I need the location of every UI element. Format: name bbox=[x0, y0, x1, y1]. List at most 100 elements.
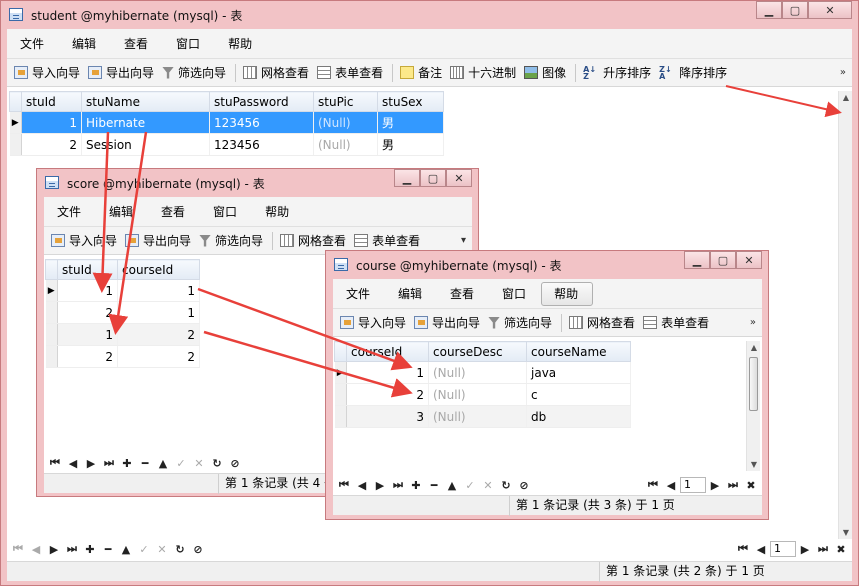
stop-icon[interactable]: ⊘ bbox=[226, 457, 244, 470]
export-wizard-button[interactable]: 导出向导 bbox=[122, 230, 196, 252]
page-settings-icon[interactable]: ✖ bbox=[742, 479, 760, 492]
table-cell[interactable]: Hibernate bbox=[81, 111, 210, 134]
table-cell[interactable]: 123456 bbox=[209, 133, 314, 156]
minimize-button[interactable]: ▁ bbox=[394, 169, 420, 187]
last-page-icon[interactable]: ⏭ bbox=[724, 478, 742, 492]
table-cell[interactable]: 1 bbox=[57, 279, 118, 302]
menu-view[interactable]: 查看 bbox=[437, 282, 489, 306]
page-number-input[interactable]: 1 bbox=[770, 541, 796, 557]
toolbar-overflow-icon[interactable]: ▾ bbox=[461, 235, 472, 246]
table-row[interactable]: 2 Session 123456 (Null) 男 bbox=[9, 133, 444, 156]
table-row[interactable]: 1 2 bbox=[45, 323, 200, 346]
maximize-button[interactable]: ▢ bbox=[782, 1, 808, 19]
table-row[interactable]: 2 2 bbox=[45, 345, 200, 368]
prior-page-icon[interactable]: ◀ bbox=[662, 479, 680, 492]
table-cell[interactable]: (Null) bbox=[428, 383, 527, 406]
table-cell[interactable]: 男 bbox=[377, 133, 444, 156]
sort-ascending-button[interactable]: A↓ Z 升序排序 bbox=[580, 62, 656, 84]
add-record-icon[interactable]: ✚ bbox=[118, 457, 136, 470]
first-record-icon[interactable]: ⏮ bbox=[9, 542, 27, 556]
export-wizard-button[interactable]: 导出向导 bbox=[85, 62, 159, 84]
cancel-icon[interactable]: ✕ bbox=[479, 479, 497, 492]
form-view-button[interactable]: 表单查看 bbox=[640, 312, 714, 334]
last-page-icon[interactable]: ⏭ bbox=[814, 542, 832, 556]
table-cell[interactable]: 2 bbox=[57, 301, 118, 324]
table-cell[interactable]: java bbox=[526, 361, 631, 384]
course-vertical-scrollbar[interactable]: ▲ ▼ bbox=[746, 341, 760, 471]
add-record-icon[interactable]: ✚ bbox=[81, 543, 99, 556]
scroll-down-icon[interactable]: ▼ bbox=[839, 528, 853, 537]
table-cell[interactable]: 3 bbox=[346, 405, 429, 428]
apply-icon[interactable]: ✓ bbox=[172, 457, 190, 470]
minimize-button[interactable]: ▁ bbox=[756, 1, 782, 19]
menu-view[interactable]: 查看 bbox=[148, 200, 200, 224]
menu-window[interactable]: 窗口 bbox=[163, 32, 215, 56]
close-button[interactable]: ✕ bbox=[446, 169, 472, 187]
form-view-button[interactable]: 表单查看 bbox=[314, 62, 388, 84]
menu-help[interactable]: 帮助 bbox=[541, 281, 594, 306]
menu-help[interactable]: 帮助 bbox=[252, 200, 304, 224]
up-icon[interactable]: ▲ bbox=[443, 479, 461, 492]
menu-window[interactable]: 窗口 bbox=[489, 282, 541, 306]
form-view-button[interactable]: 表单查看 bbox=[351, 230, 425, 252]
last-record-icon[interactable]: ⏭ bbox=[100, 456, 118, 470]
table-cell[interactable]: db bbox=[526, 405, 631, 428]
menu-view[interactable]: 查看 bbox=[111, 32, 163, 56]
column-header[interactable]: stuPic bbox=[313, 91, 378, 112]
first-page-icon[interactable]: ⏮ bbox=[734, 542, 752, 556]
minimize-button[interactable]: ▁ bbox=[684, 251, 710, 269]
last-record-icon[interactable]: ⏭ bbox=[63, 542, 81, 556]
table-row[interactable]: 2 1 bbox=[45, 301, 200, 324]
scroll-up-icon[interactable]: ▲ bbox=[839, 93, 853, 102]
table-cell[interactable]: 1 bbox=[117, 279, 200, 302]
student-titlebar[interactable]: student @myhibernate (mysql) - 表 ▁ ▢ ✕ bbox=[1, 1, 858, 29]
table-row[interactable]: ▶ 1 1 bbox=[45, 279, 200, 302]
sort-descending-button[interactable]: Z↓ A 降序排序 bbox=[656, 62, 732, 84]
menu-help[interactable]: 帮助 bbox=[215, 32, 267, 56]
image-button[interactable]: 图像 bbox=[521, 62, 571, 84]
table-cell[interactable]: 1 bbox=[57, 323, 118, 346]
page-settings-icon[interactable]: ✖ bbox=[832, 543, 850, 556]
apply-icon[interactable]: ✓ bbox=[461, 479, 479, 492]
column-header[interactable]: courseDesc bbox=[428, 341, 527, 362]
column-header[interactable]: courseName bbox=[526, 341, 631, 362]
course-titlebar[interactable]: course @myhibernate (mysql) - 表 ▁ ▢ ✕ bbox=[326, 251, 768, 279]
column-header[interactable]: stuId bbox=[21, 91, 82, 112]
table-cell[interactable]: 2 bbox=[346, 383, 429, 406]
import-wizard-button[interactable]: 导入向导 bbox=[11, 62, 85, 84]
next-page-icon[interactable]: ▶ bbox=[706, 479, 724, 492]
column-header[interactable]: stuSex bbox=[377, 91, 444, 112]
table-cell[interactable]: 男 bbox=[377, 111, 444, 134]
table-cell[interactable]: 1 bbox=[21, 111, 82, 134]
import-wizard-button[interactable]: 导入向导 bbox=[337, 312, 411, 334]
column-header[interactable]: stuPassword bbox=[209, 91, 314, 112]
maximize-button[interactable]: ▢ bbox=[710, 251, 736, 269]
next-record-icon[interactable]: ▶ bbox=[82, 457, 100, 470]
column-header[interactable]: courseId bbox=[346, 341, 429, 362]
column-header[interactable]: courseId bbox=[117, 259, 200, 280]
scroll-up-icon[interactable]: ▲ bbox=[747, 343, 761, 352]
first-record-icon[interactable]: ⏮ bbox=[335, 478, 353, 492]
table-row[interactable]: 2 (Null) c bbox=[334, 383, 631, 406]
menu-edit[interactable]: 编辑 bbox=[96, 200, 148, 224]
scroll-thumb[interactable] bbox=[749, 357, 758, 411]
table-cell[interactable]: 1 bbox=[117, 301, 200, 324]
table-cell[interactable]: 1 bbox=[346, 361, 429, 384]
maximize-button[interactable]: ▢ bbox=[420, 169, 446, 187]
menu-file[interactable]: 文件 bbox=[333, 282, 385, 306]
table-cell[interactable]: 123456 bbox=[209, 111, 314, 134]
last-record-icon[interactable]: ⏭ bbox=[389, 478, 407, 492]
table-row[interactable]: ▶ 1 Hibernate 123456 (Null) 男 bbox=[9, 111, 444, 134]
toolbar-overflow-icon[interactable]: » bbox=[750, 317, 762, 328]
prior-record-icon[interactable]: ◀ bbox=[353, 479, 371, 492]
prior-record-icon[interactable]: ◀ bbox=[27, 543, 45, 556]
table-cell[interactable]: 2 bbox=[117, 323, 200, 346]
page-number-input[interactable]: 1 bbox=[680, 477, 706, 493]
refresh-icon[interactable]: ↻ bbox=[171, 543, 189, 556]
next-record-icon[interactable]: ▶ bbox=[45, 543, 63, 556]
menu-file[interactable]: 文件 bbox=[44, 200, 96, 224]
table-cell[interactable]: Session bbox=[81, 133, 210, 156]
cancel-icon[interactable]: ✕ bbox=[153, 543, 171, 556]
delete-record-icon[interactable]: ━ bbox=[99, 543, 117, 556]
refresh-icon[interactable]: ↻ bbox=[497, 479, 515, 492]
